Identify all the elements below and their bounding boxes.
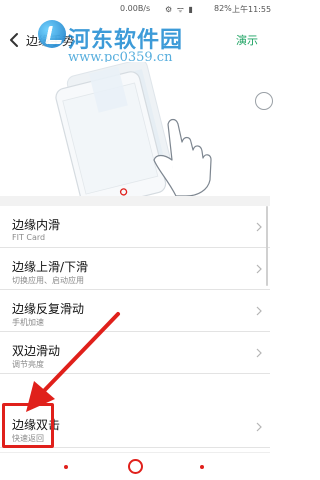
recents-nav-icon[interactable] [200, 465, 204, 469]
home-circle-icon[interactable] [128, 459, 143, 474]
back-nav-icon[interactable] [64, 465, 68, 469]
annotation-arrow-icon [26, 312, 120, 412]
navigation-bar [0, 452, 270, 480]
